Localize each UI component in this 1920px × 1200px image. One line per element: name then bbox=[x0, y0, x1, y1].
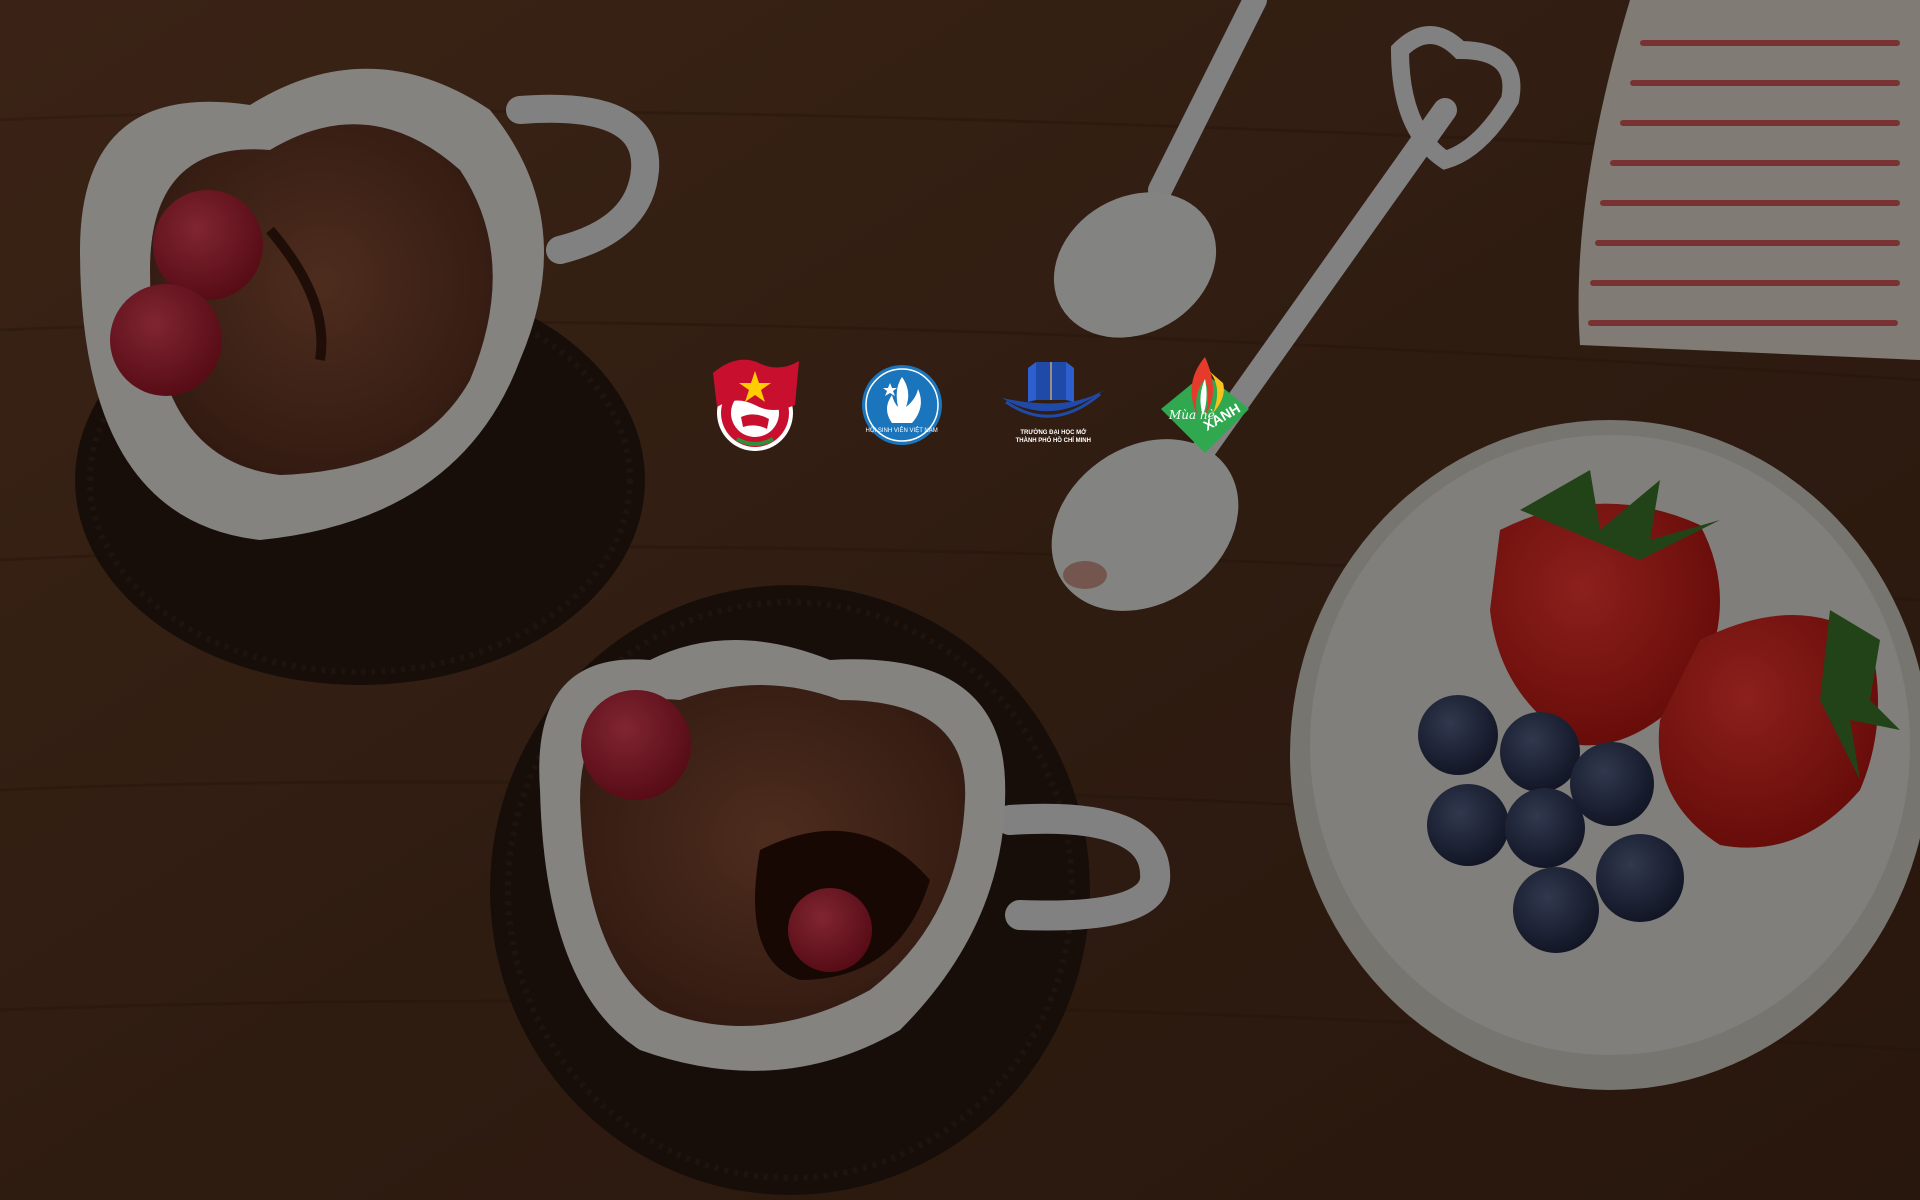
open-university-logo: TRƯỜNG ĐẠI HỌC MỞ THÀNH PHỐ HỒ CHÍ MINH bbox=[993, 350, 1113, 460]
partner-logos: HỘI SINH VIÊN VIỆT NAM TRƯỜNG ĐẠI HỌC MỞ… bbox=[700, 350, 1260, 460]
dessert-table-photo-icon bbox=[0, 0, 1920, 1200]
splash-screen: HỘI SINH VIÊN VIỆT NAM TRƯỜNG ĐẠI HỌC MỞ… bbox=[0, 0, 1920, 1200]
student-association-caption: HỘI SINH VIÊN VIỆT NAM bbox=[865, 428, 938, 434]
mua-he-xanh-logo: Mùa hè XANH bbox=[1150, 350, 1260, 460]
open-university-caption-2: THÀNH PHỐ HỒ CHÍ MINH bbox=[1015, 438, 1091, 444]
open-university-caption-1: TRƯỜNG ĐẠI HỌC MỞ bbox=[1020, 430, 1087, 436]
youth-union-logo bbox=[700, 350, 810, 460]
student-association-logo: HỘI SINH VIÊN VIỆT NAM bbox=[847, 350, 957, 460]
